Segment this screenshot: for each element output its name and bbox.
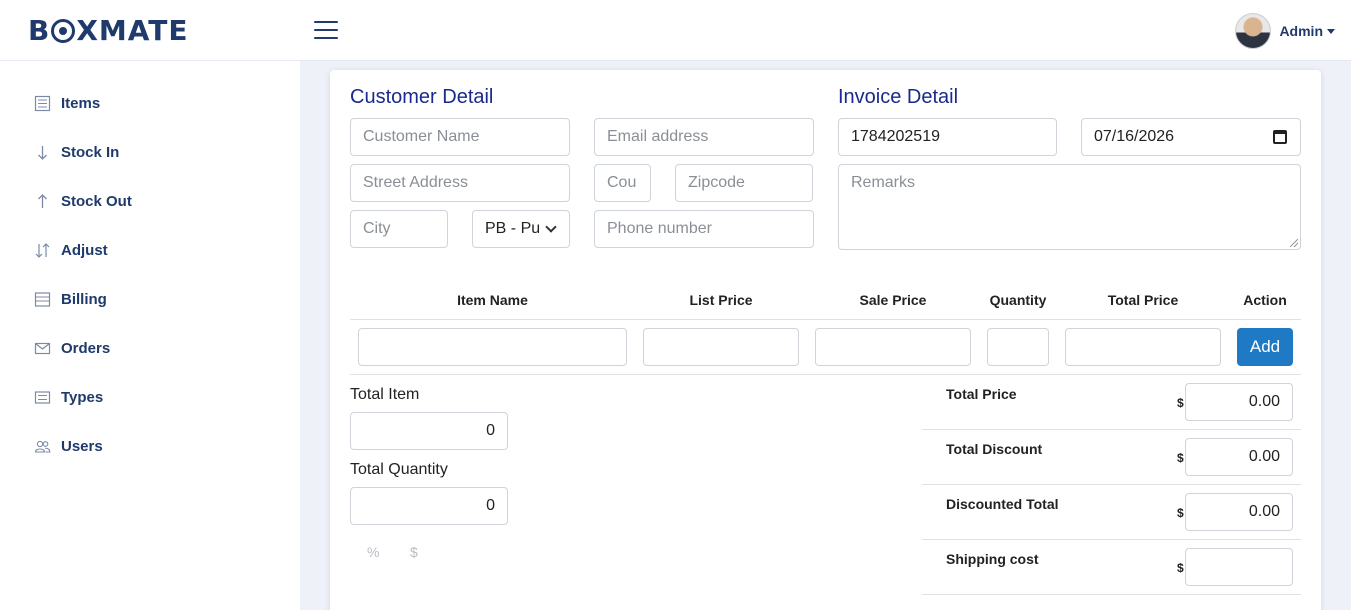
table-header-divider — [350, 319, 1301, 320]
sidebar-item-label: Orders — [61, 339, 111, 357]
email-input[interactable]: Email address — [594, 118, 814, 156]
total-price-field[interactable]: 0.00 — [1185, 383, 1293, 421]
total-discount-label: Total Discount — [946, 441, 1043, 457]
item-name-input[interactable] — [358, 328, 627, 366]
country-input[interactable]: Cou — [594, 164, 651, 202]
column-header-item-name: Item Name — [457, 292, 528, 308]
column-header-quantity: Quantity — [989, 292, 1047, 308]
customer-name-input[interactable]: Customer Name — [350, 118, 570, 156]
total-quantity-label: Total Quantity — [350, 461, 448, 478]
state-select[interactable]: PB - Pu — [472, 210, 570, 248]
sidebar-item-adjust[interactable]: Adjust — [34, 238, 108, 262]
totals-divider — [922, 594, 1301, 595]
add-item-button[interactable]: Add — [1237, 328, 1293, 366]
invoice-date-input[interactable]: 07/16/2026 — [1081, 118, 1301, 156]
dollar-toggle[interactable]: $ — [410, 544, 418, 560]
list-price-input[interactable] — [643, 328, 799, 366]
city-input[interactable]: City — [350, 210, 448, 248]
boxmate-logo[interactable]: B XMATE — [28, 17, 189, 45]
column-header-sale-price: Sale Price — [859, 292, 927, 308]
total-discount-field[interactable]: 0.00 — [1185, 438, 1293, 476]
totals-divider — [922, 539, 1301, 540]
avatar — [1235, 13, 1272, 49]
column-header-action: Action — [1243, 292, 1287, 308]
types-icon — [34, 389, 51, 406]
shipping-cost-field[interactable] — [1185, 548, 1293, 586]
column-header-list-price: List Price — [689, 292, 753, 308]
sidebar-item-billing[interactable]: Billing — [34, 287, 107, 311]
sidebar-item-label: Stock Out — [61, 192, 132, 210]
totals-divider — [922, 484, 1301, 485]
column-header-total-price: Total Price — [1107, 292, 1179, 308]
user-menu[interactable]: Admin — [1235, 13, 1335, 49]
zipcode-input[interactable]: Zipcode — [675, 164, 813, 202]
sidebar-item-label: Billing — [61, 290, 107, 308]
discounted-total-label: Discounted Total — [946, 496, 1059, 512]
state-select-value: PB - Pu — [485, 220, 541, 237]
sidebar-item-stock-out[interactable]: Stock Out — [34, 189, 132, 213]
logo-wheel-icon — [51, 19, 76, 43]
remarks-textarea[interactable]: Remarks — [838, 164, 1301, 250]
currency-symbol: $ — [1177, 506, 1184, 520]
sidebar-item-orders[interactable]: Orders — [34, 336, 110, 360]
invoice-detail-title: Invoice Detail — [838, 86, 959, 108]
invoice-date-value: 07/16/2026 — [1094, 128, 1175, 145]
users-icon — [34, 438, 51, 455]
customer-detail-title: Customer Detail — [350, 86, 494, 108]
sidebar-item-label: Items — [61, 94, 101, 112]
sidebar-item-stock-in[interactable]: Stock In — [34, 140, 119, 164]
currency-symbol: $ — [1177, 396, 1184, 410]
discounted-total-field[interactable]: 0.00 — [1185, 493, 1293, 531]
total-item-field[interactable]: 0 — [350, 412, 508, 450]
invoice-card: Customer Detail Customer Name Email addr… — [330, 70, 1321, 610]
remarks-placeholder: Remarks — [851, 174, 916, 191]
currency-symbol: $ — [1177, 451, 1184, 465]
sidebar-item-types[interactable]: Types — [34, 385, 103, 409]
sidebar-item-label: Stock In — [61, 143, 120, 161]
street-address-input[interactable]: Street Address — [350, 164, 570, 202]
total-item-label: Total Item — [350, 386, 420, 403]
total-quantity-field[interactable]: 0 — [350, 487, 508, 525]
arrow-down-icon — [34, 144, 51, 161]
sidebar-item-users[interactable]: Users — [34, 434, 103, 458]
arrow-up-icon — [34, 193, 51, 210]
percent-toggle[interactable]: % — [367, 544, 379, 560]
table-row-divider — [350, 374, 1301, 375]
top-bar: B XMATE Admin — [0, 0, 1351, 61]
sidebar-item-items[interactable]: Items — [34, 91, 100, 115]
list-icon — [34, 95, 51, 112]
hamburger-menu-icon[interactable] — [314, 21, 338, 41]
sidebar-item-label: Adjust — [61, 241, 108, 259]
phone-input[interactable]: Phone number — [594, 210, 814, 248]
logo-text-left: B — [28, 14, 51, 47]
total-price-input[interactable] — [1065, 328, 1221, 366]
shipping-cost-label: Shipping cost — [946, 551, 1039, 567]
currency-symbol: $ — [1177, 561, 1184, 575]
billing-icon — [34, 291, 51, 308]
envelope-icon — [34, 340, 51, 357]
sale-price-input[interactable] — [815, 328, 971, 366]
totals-divider — [922, 429, 1301, 430]
invoice-number-input[interactable]: 1784202519 — [838, 118, 1057, 156]
total-price-label: Total Price — [946, 386, 1017, 402]
sidebar-item-label: Types — [61, 388, 104, 406]
quantity-input[interactable] — [987, 328, 1049, 366]
user-name: Admin — [1279, 23, 1323, 39]
resize-handle-icon[interactable] — [1290, 239, 1298, 247]
logo-text-right: XMATE — [76, 14, 189, 47]
caret-down-icon — [1327, 28, 1335, 34]
arrows-updown-icon — [34, 242, 51, 259]
sidebar: Items Stock In Stock Out Adjust Billing … — [0, 61, 300, 610]
sidebar-item-label: Users — [61, 437, 103, 455]
chevron-down-icon — [545, 221, 557, 233]
calendar-icon[interactable] — [1273, 130, 1287, 144]
